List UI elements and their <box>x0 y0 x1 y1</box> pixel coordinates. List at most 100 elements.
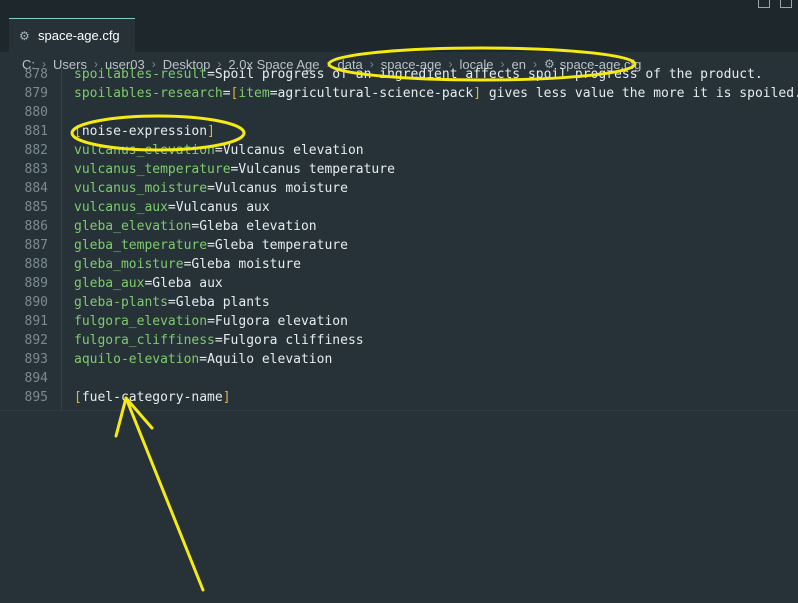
code-line[interactable]: 881 [noise-expression] <box>0 122 798 141</box>
config-value: Fulgora cliffiness <box>222 333 364 348</box>
code-text: [noise-expression] <box>74 122 215 141</box>
line-number: 884 <box>24 181 48 196</box>
config-value: Vulcanus temperature <box>238 162 395 177</box>
rich-text-token: ] <box>473 86 482 101</box>
config-value: Gleba temperature <box>214 238 348 253</box>
config-key: gleba_moisture <box>74 257 184 272</box>
equals-sign: = <box>207 67 215 82</box>
code-text: vulcanus_aux=Vulcanus aux <box>74 198 270 217</box>
layout-icon[interactable] <box>758 0 770 8</box>
tab-bar: ⚙ space-age.cfg <box>0 18 798 52</box>
code-line[interactable]: 895 [fuel-category-name] <box>0 388 798 407</box>
gear-icon: ⚙ <box>19 28 30 43</box>
code-line[interactable]: 885 vulcanus_aux=Vulcanus aux <box>0 198 798 217</box>
rich-text-token: gives less value the more it is spoiled. <box>481 86 798 101</box>
line-number: 885 <box>24 200 48 215</box>
code-line[interactable]: 891 fulgora_elevation=Fulgora elevation <box>0 312 798 331</box>
config-key: vulcanus_elevation <box>74 143 215 158</box>
editor-bottom-divider <box>0 410 798 411</box>
code-text: vulcanus_temperature=Vulcanus temperatur… <box>74 160 395 179</box>
bracket-close: ] <box>222 390 231 405</box>
code-text: gleba_aux=Gleba aux <box>74 274 223 293</box>
config-key: fulgora_elevation <box>74 314 208 329</box>
config-key: vulcanus_moisture <box>74 181 208 196</box>
line-number: 882 <box>24 143 48 158</box>
equals-sign: = <box>214 333 223 348</box>
equals-sign: = <box>207 238 215 253</box>
title-bar <box>0 0 798 18</box>
line-number: 889 <box>24 276 48 291</box>
config-key: fulgora_cliffiness <box>74 333 215 348</box>
code-editor[interactable]: 878 spoilables-result=Spoil progress of a… <box>0 66 798 411</box>
code-line[interactable]: 893 aquilo-elevation=Aquilo elevation <box>0 350 798 369</box>
line-number: 881 <box>24 124 48 139</box>
line-number: 890 <box>24 295 48 310</box>
line-number: 878 <box>24 67 48 82</box>
section-name: fuel-category-name <box>81 390 223 405</box>
line-number: 895 <box>24 390 48 405</box>
code-text: [fuel-category-name] <box>74 388 231 407</box>
rich-text-token: item <box>238 86 270 101</box>
equals-sign: = <box>214 143 223 158</box>
line-number: 894 <box>24 371 48 386</box>
line-number: 891 <box>24 314 48 329</box>
equals-sign: = <box>167 295 176 310</box>
code-text: gleba_moisture=Gleba moisture <box>74 255 301 274</box>
config-key: gleba_temperature <box>74 238 208 253</box>
annotation-arrow-shaft <box>124 396 205 592</box>
rich-text-token: = <box>269 86 278 101</box>
code-text: fulgora_cliffiness=Fulgora cliffiness <box>74 331 364 350</box>
config-key: vulcanus_aux <box>74 200 168 215</box>
code-text: gleba_elevation=Gleba elevation <box>74 217 317 236</box>
config-key: vulcanus_temperature <box>74 162 231 177</box>
equals-sign: = <box>167 200 176 215</box>
bracket-open: [ <box>74 124 82 139</box>
config-value: Fulgora elevation <box>214 314 348 329</box>
code-line[interactable]: 880 <box>0 103 798 122</box>
code-line[interactable]: 890 gleba-plants=Gleba plants <box>0 293 798 312</box>
code-line[interactable]: 887 gleba_temperature=Gleba temperature <box>0 236 798 255</box>
config-value: Spoil progress of an ingredient affects … <box>214 67 763 82</box>
code-line[interactable]: 886 gleba_elevation=Gleba elevation <box>0 217 798 236</box>
code-line[interactable]: 878 spoilables-result=Spoil progress of a… <box>0 66 798 84</box>
code-line[interactable]: 888 gleba_moisture=Gleba moisture <box>0 255 798 274</box>
equals-sign: = <box>199 352 208 367</box>
code-line[interactable]: 892 fulgora_cliffiness=Fulgora cliffiness <box>0 331 798 350</box>
code-line[interactable]: 884 vulcanus_moisture=Vulcanus moisture <box>0 179 798 198</box>
equals-sign: = <box>207 314 215 329</box>
code-text: vulcanus_elevation=Vulcanus elevation <box>74 141 364 160</box>
code-line[interactable]: 894 <box>0 369 798 388</box>
config-value: Gleba aux <box>152 276 223 291</box>
config-key: gleba_aux <box>74 276 145 291</box>
line-number: 886 <box>24 219 48 234</box>
code-text: gleba-plants=Gleba plants <box>74 293 270 312</box>
config-value: Vulcanus aux <box>175 200 270 215</box>
code-text: spoilables-research=[item=agricultural-s… <box>74 84 798 103</box>
code-line[interactable]: 882 vulcanus_elevation=Vulcanus elevation <box>0 141 798 160</box>
layout-split-icon[interactable] <box>780 0 792 8</box>
config-key: gleba-plants <box>74 295 168 310</box>
tab-space-age-cfg[interactable]: ⚙ space-age.cfg <box>9 18 135 52</box>
line-number: 888 <box>24 257 48 272</box>
line-number: 880 <box>24 105 48 120</box>
rich-text-token: agricultural-science-pack <box>277 86 474 101</box>
config-value: Vulcanus moisture <box>214 181 348 196</box>
bracket-close: ] <box>207 124 215 139</box>
equals-sign: = <box>207 181 215 196</box>
config-key: aquilo-elevation <box>74 352 200 367</box>
code-line[interactable]: 883 vulcanus_temperature=Vulcanus tempera… <box>0 160 798 179</box>
config-key: spoilables-result <box>74 67 208 82</box>
line-number: 887 <box>24 238 48 253</box>
config-key: spoilables-research <box>74 86 223 101</box>
line-number: 892 <box>24 333 48 348</box>
config-value: [item=agricultural-science-pack] gives l… <box>231 86 798 101</box>
config-value: Gleba elevation <box>199 219 317 234</box>
code-line[interactable]: 889 gleba_aux=Gleba aux <box>0 274 798 293</box>
code-line[interactable]: 879 spoilables-research=[item=agricultura… <box>0 84 798 103</box>
code-text: spoilables-result=Spoil progress of an i… <box>74 66 763 84</box>
line-number: 883 <box>24 162 48 177</box>
equals-sign: = <box>222 86 231 101</box>
section-name: noise-expression <box>81 124 208 139</box>
code-text: vulcanus_moisture=Vulcanus moisture <box>74 179 348 198</box>
line-number: 879 <box>24 86 48 101</box>
